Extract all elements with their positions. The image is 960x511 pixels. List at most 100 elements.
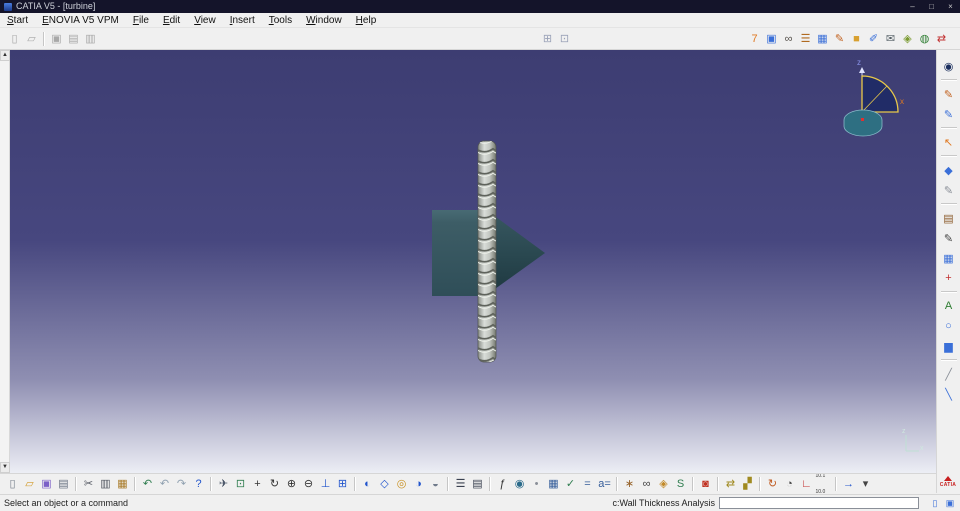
measure-line-icon[interactable]: ╲ xyxy=(940,385,958,403)
snap-toggle-icon[interactable]: ⊡ xyxy=(557,31,573,47)
catalog-browser-icon[interactable]: ▤ xyxy=(940,209,958,227)
search-icon[interactable]: ∞ xyxy=(639,476,655,492)
minimize-button[interactable]: – xyxy=(903,0,922,13)
viewport-3d[interactable]: z x z x xyxy=(10,50,936,473)
enovia-save-icon[interactable]: ▣ xyxy=(49,31,65,47)
compass[interactable]: z x xyxy=(838,56,910,140)
grid-toggle-icon[interactable]: ⊞ xyxy=(540,31,556,47)
status-link-icon[interactable]: ▣ xyxy=(944,497,956,509)
manipulation-icon[interactable]: ∗ xyxy=(622,476,638,492)
window-cascade-icon[interactable]: ▤ xyxy=(66,31,82,47)
quick-print-icon[interactable]: ▤ xyxy=(56,476,72,492)
specification-tree-icon[interactable]: ☰ xyxy=(453,476,469,492)
formula-icon[interactable]: ƒ xyxy=(495,476,511,492)
paste-icon[interactable]: ▦ xyxy=(115,476,131,492)
menu-start[interactable]: Start xyxy=(0,15,35,26)
wireframe-mode-icon[interactable]: ◇ xyxy=(377,476,393,492)
zoom-out-icon[interactable]: ⊖ xyxy=(301,476,317,492)
menu-file[interactable]: File xyxy=(126,15,156,26)
save-icon[interactable]: ▣ xyxy=(39,476,55,492)
swap-visible-space-icon[interactable]: ◒ xyxy=(428,476,444,492)
positioned-sketch-icon[interactable]: ✎ xyxy=(940,105,958,123)
pan-icon[interactable]: + xyxy=(250,476,266,492)
lighting-icon[interactable]: ◎ xyxy=(394,476,410,492)
globe-icon[interactable]: ◍ xyxy=(917,31,933,47)
annotation-bubble-icon[interactable]: ○ xyxy=(940,317,958,335)
part-box-icon[interactable]: ■ xyxy=(849,31,865,47)
cut-icon[interactable]: ✂ xyxy=(81,476,97,492)
scroll-up-icon[interactable]: ▲ xyxy=(0,50,10,61)
enovia-open-icon[interactable]: ▱ xyxy=(24,31,40,47)
menu-insert[interactable]: Insert xyxy=(223,15,262,26)
axis-system-icon[interactable]: + xyxy=(940,269,958,287)
normal-view-icon[interactable]: ⊥ xyxy=(318,476,334,492)
close-button[interactable]: × xyxy=(941,0,960,13)
split-view-icon[interactable]: ▞ xyxy=(740,476,756,492)
open-icon[interactable]: ▱ xyxy=(22,476,38,492)
maximize-button[interactable]: □ xyxy=(922,0,941,13)
histogram-icon[interactable]: ▆ xyxy=(940,337,958,355)
shading-mode-icon[interactable]: ◐ xyxy=(360,476,376,492)
more-tools-icon[interactable]: ▾ xyxy=(858,476,874,492)
send-mail-icon[interactable]: ✉ xyxy=(883,31,899,47)
goto-pointer-icon[interactable]: → xyxy=(841,476,857,492)
draft-document-icon[interactable]: ✐ xyxy=(866,31,882,47)
parameters-icon[interactable]: • xyxy=(529,476,545,492)
command-input[interactable] xyxy=(719,497,919,509)
new-document-icon[interactable]: ▯ xyxy=(5,476,21,492)
undo-icon[interactable]: ↶ xyxy=(140,476,156,492)
hub-cylinder[interactable] xyxy=(432,210,481,296)
database-icon[interactable]: ☰ xyxy=(798,31,814,47)
axis-icon[interactable]: ∟ xyxy=(799,476,815,492)
active-workbench-icon[interactable]: ◉ xyxy=(940,57,958,75)
pad-icon[interactable]: ◆ xyxy=(940,161,958,179)
redo-icon[interactable]: ↷ xyxy=(174,476,190,492)
fly-mode-icon[interactable]: ✈ xyxy=(216,476,232,492)
rotate-icon[interactable]: ↻ xyxy=(267,476,283,492)
clock-icon[interactable]: ◔ xyxy=(782,476,798,492)
sketcher-icon[interactable]: ✎ xyxy=(940,85,958,103)
annotations-icon[interactable]: a= xyxy=(597,476,613,492)
open-document-icon[interactable]: ▣ xyxy=(764,31,780,47)
status-doc-icon[interactable]: ▯ xyxy=(929,497,941,509)
undo-history-icon[interactable]: ↶ xyxy=(157,476,173,492)
select-arrow-icon[interactable]: ↖ xyxy=(940,133,958,151)
equivalent-dimensions-icon[interactable]: = xyxy=(580,476,596,492)
transfer-icon[interactable]: ⇄ xyxy=(934,31,950,47)
compass-base[interactable] xyxy=(843,109,883,137)
copy-icon[interactable]: ▥ xyxy=(98,476,114,492)
surface-icon[interactable]: S xyxy=(673,476,689,492)
screw-shaft[interactable] xyxy=(477,140,497,363)
scroll-down-icon[interactable]: ▼ xyxy=(0,462,10,473)
table-icon[interactable]: ▦ xyxy=(815,31,831,47)
window-tile-icon[interactable]: ▥ xyxy=(83,31,99,47)
graph-overview-icon[interactable]: ▤ xyxy=(470,476,486,492)
zoom-in-icon[interactable]: ⊕ xyxy=(284,476,300,492)
knowledge-inspector-icon[interactable]: ◉ xyxy=(512,476,528,492)
scale-values-icon[interactable]: 10.1 10.0 xyxy=(816,474,832,494)
spell-check-icon[interactable]: A xyxy=(940,297,958,315)
menu-tools[interactable]: Tools xyxy=(262,15,299,26)
hide-show-icon[interactable]: ◑ xyxy=(411,476,427,492)
apply-material-icon[interactable]: ◙ xyxy=(698,476,714,492)
multi-view-icon[interactable]: ⊞ xyxy=(335,476,351,492)
versions-icon[interactable]: 7 xyxy=(747,31,763,47)
menu-view[interactable]: View xyxy=(187,15,223,26)
menu-window[interactable]: Window xyxy=(299,15,349,26)
exchange-icon[interactable]: ⇄ xyxy=(723,476,739,492)
measure-ruler-icon[interactable]: ╱ xyxy=(940,365,958,383)
generative-view-icon[interactable]: ◈ xyxy=(656,476,672,492)
sketch-analysis-icon[interactable]: ✎ xyxy=(940,181,958,199)
paintbrush-icon[interactable]: ◈ xyxy=(900,31,916,47)
turbine-model[interactable] xyxy=(425,135,560,370)
compass-anchor-dot[interactable] xyxy=(861,118,864,121)
left-scrollbar[interactable]: ▲ ▼ xyxy=(0,50,10,473)
menu-edit[interactable]: Edit xyxy=(156,15,187,26)
fit-all-in-icon[interactable]: ⊡ xyxy=(233,476,249,492)
pencil-edit-icon[interactable]: ✎ xyxy=(832,31,848,47)
menu-enovia-v5-vpm[interactable]: ENOVIA V5 VPM xyxy=(35,15,126,26)
update-icon[interactable]: ↻ xyxy=(765,476,781,492)
grid-icon[interactable]: ▦ xyxy=(940,249,958,267)
whats-this-icon[interactable]: ? xyxy=(191,476,207,492)
pen-icon[interactable]: ✎ xyxy=(940,229,958,247)
